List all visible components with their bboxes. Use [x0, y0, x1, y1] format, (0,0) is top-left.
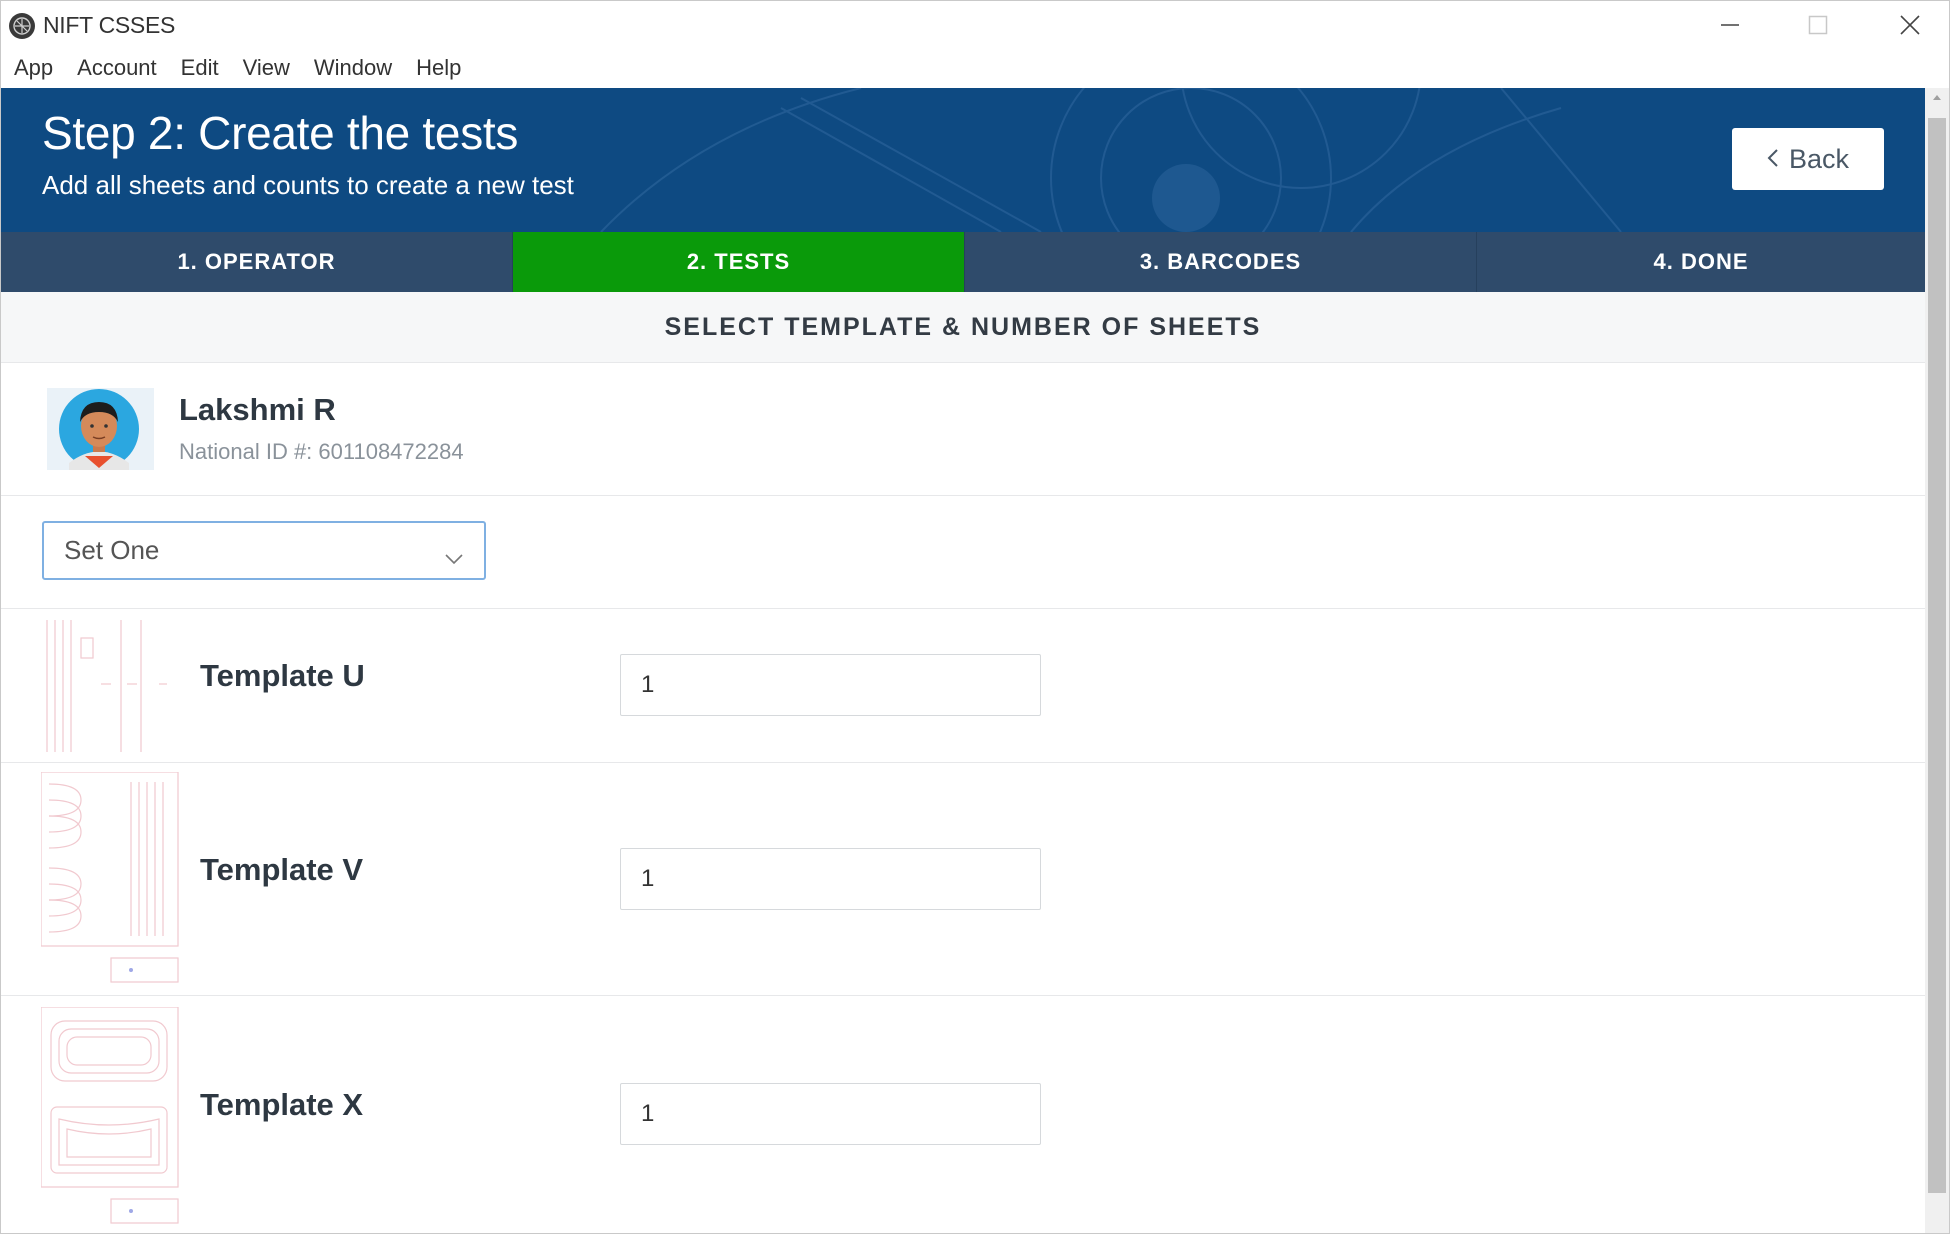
operator-national-id: National ID #: 601108472284: [179, 439, 464, 464]
template-set-row: Set One: [1, 495, 1925, 609]
template-v-thumbnail: [41, 772, 179, 983]
menu-view[interactable]: View: [243, 55, 290, 81]
sheet-count-input[interactable]: [620, 848, 1041, 910]
chevron-left-icon: [1767, 144, 1779, 175]
app-logo-icon: [9, 13, 35, 39]
menu-help[interactable]: Help: [416, 55, 461, 81]
menu-account[interactable]: Account: [77, 55, 157, 81]
operator-info: Lakshmi R National ID #: 601108472284: [1, 362, 1925, 496]
vertical-scrollbar[interactable]: [1925, 88, 1949, 1233]
close-icon[interactable]: [1875, 5, 1945, 45]
menu-app[interactable]: App: [14, 55, 53, 81]
template-name: Template U: [200, 658, 365, 693]
page-title: Step 2: Create the tests: [42, 107, 519, 159]
maximize-icon[interactable]: [1783, 5, 1853, 45]
template-set-select[interactable]: Set One: [42, 521, 486, 580]
back-button-label: Back: [1788, 143, 1850, 174]
scroll-up-arrow-icon[interactable]: [1925, 92, 1949, 112]
tab-barcodes[interactable]: 3. BARCODES: [965, 232, 1477, 292]
tab-operator[interactable]: 1. OPERATOR: [1, 232, 513, 292]
chevron-down-icon: [444, 541, 464, 572]
operator-name: Lakshmi R: [179, 392, 336, 427]
sheet-count-input[interactable]: [620, 1083, 1041, 1145]
template-row: Template X: [1, 995, 1925, 1233]
menu-edit[interactable]: Edit: [181, 55, 219, 81]
page-subtitle: Add all sheets and counts to create a ne…: [42, 170, 574, 200]
step-tabs: 1. OPERATOR 2. TESTS 3. BARCODES 4. DONE: [1, 232, 1925, 292]
menu-window[interactable]: Window: [314, 55, 392, 81]
section-title: SELECT TEMPLATE & NUMBER OF SHEETS: [1, 292, 1925, 363]
window-title: NIFT CSSES: [43, 12, 176, 38]
title-bar: NIFT CSSES: [1, 1, 1949, 49]
template-row: Template U: [1, 608, 1925, 763]
scrollbar-thumb[interactable]: [1928, 118, 1946, 1193]
template-u-thumbnail: [46, 620, 167, 752]
app-window: NIFT CSSES App Account Edit View Window …: [0, 0, 1950, 1234]
page-header: Step 2: Create the tests Add all sheets …: [1, 88, 1925, 232]
person-avatar-icon: [47, 388, 154, 470]
tab-done[interactable]: 4. DONE: [1477, 232, 1925, 292]
template-row: Template V: [1, 762, 1925, 996]
template-name: Template X: [200, 1087, 364, 1122]
template-x-thumbnail: [41, 1007, 179, 1224]
menu-bar: App Account Edit View Window Help: [1, 49, 1949, 87]
template-name: Template V: [200, 852, 364, 887]
sheet-count-input[interactable]: [620, 654, 1041, 716]
minimize-icon[interactable]: [1695, 5, 1765, 45]
back-button[interactable]: Back: [1732, 128, 1884, 190]
template-set-value: Set One: [64, 535, 160, 565]
tab-tests[interactable]: 2. TESTS: [513, 232, 965, 292]
